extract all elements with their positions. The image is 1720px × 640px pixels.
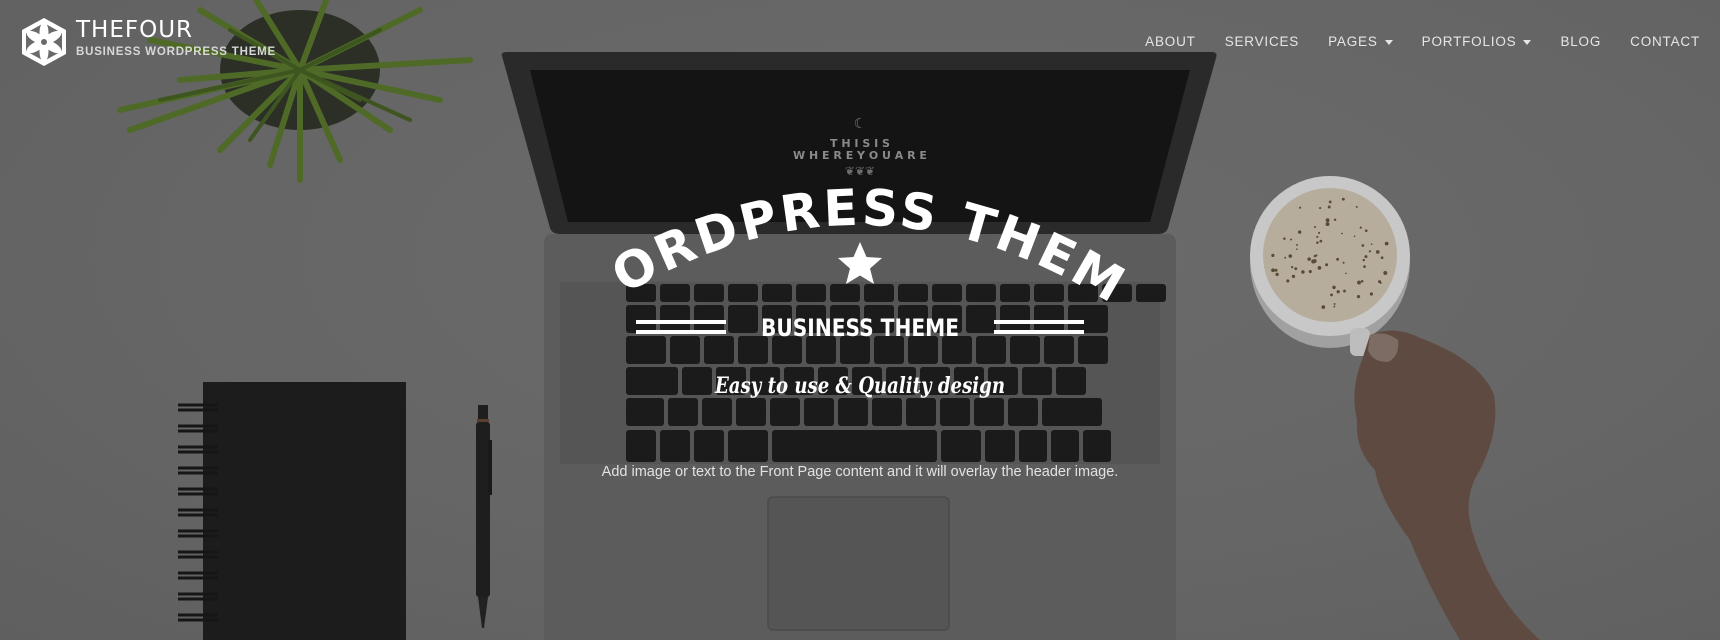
badge-subtitle: BUSINESS THEME bbox=[761, 314, 959, 342]
site-tagline: BUSINESS WORDPRESS THEME bbox=[76, 46, 277, 58]
svg-text:❦❦❦: ❦❦❦ bbox=[845, 164, 875, 178]
nav-item-about[interactable]: ABOUT bbox=[1145, 34, 1196, 49]
site-title: THEFOUR bbox=[76, 17, 194, 43]
front-page-overlay-text: Add image or text to the Front Page cont… bbox=[601, 464, 1119, 480]
nav-item-contact[interactable]: CONTACT bbox=[1630, 34, 1700, 49]
logo-text: THEFOUR BUSINESS WORDPRESS THEME bbox=[76, 17, 276, 59]
caret-down-icon bbox=[1384, 39, 1393, 45]
coffee-cup bbox=[1250, 176, 1410, 356]
pencil bbox=[476, 405, 492, 628]
hand bbox=[1354, 330, 1540, 640]
nav-item-pages[interactable]: PAGES bbox=[1328, 34, 1393, 49]
nav-item-label: SERVICES bbox=[1224, 34, 1300, 49]
hero-badge-graphic: WORDPRESS THEME BUSINESS THEME Easy to u… bbox=[531, 134, 1134, 399]
nav-item-label: BLOG bbox=[1560, 34, 1602, 49]
hexagon-flower-logo-icon bbox=[22, 18, 66, 66]
hero-badge: WORDPRESS THEME BUSINESS THEME Easy to u… bbox=[531, 134, 1160, 440]
nav-item-label: ABOUT bbox=[1145, 34, 1196, 49]
nav-item-label: CONTACT bbox=[1630, 34, 1700, 49]
svg-text:☾: ☾ bbox=[854, 116, 867, 132]
caret-down-icon bbox=[1523, 39, 1532, 45]
nav-item-blog[interactable]: BLOG bbox=[1560, 34, 1601, 49]
site-header: THEFOUR BUSINESS WORDPRESS THEME ABOUT S… bbox=[0, 0, 1720, 90]
notebook bbox=[178, 382, 406, 640]
badge-tagline: Easy to use & Quality design bbox=[714, 373, 1005, 399]
nav-item-portfolios[interactable]: PORTFOLIOS bbox=[1422, 34, 1532, 49]
screen-text-line2: W H E R E Y O U A R E bbox=[793, 149, 927, 162]
nav-item-services[interactable]: SERVICES bbox=[1225, 34, 1299, 49]
nav-item-label: PORTFOLIOS bbox=[1421, 34, 1517, 49]
nav-item-label: PAGES bbox=[1328, 34, 1378, 49]
main-navigation: ABOUT SERVICES PAGES PORTFOLIOS BLOG CON… bbox=[1116, 34, 1700, 49]
site-logo-link[interactable]: THEFOUR BUSINESS WORDPRESS THEME bbox=[20, 17, 276, 67]
star-icon bbox=[838, 242, 882, 284]
header-hero-image: ☾ T H I S I S W H E R E Y O U A R E ❦❦❦ bbox=[0, 0, 1720, 640]
